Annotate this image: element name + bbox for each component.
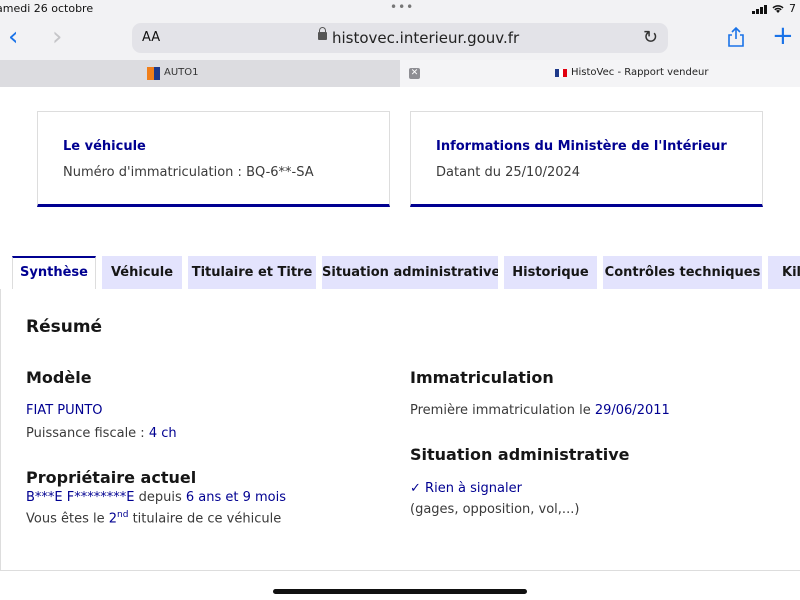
ministry-card: Informations du Ministère de l'Intérieur… — [410, 111, 763, 207]
first-registration-date: 29/06/2011 — [594, 403, 670, 418]
summary-heading: Résumé — [26, 317, 103, 337]
first-registration: Première immatriculation le 29/06/2011 — [410, 403, 670, 418]
owner-rank-suffix: nd — [117, 510, 129, 520]
status-bar: amedi 26 octobre ••• 7 — [0, 0, 800, 18]
battery-percent: 7 — [789, 2, 796, 15]
share-icon[interactable] — [726, 26, 746, 48]
status-date: amedi 26 octobre — [0, 2, 94, 15]
vehicle-card: Le véhicule Numéro d'immatriculation : B… — [37, 111, 390, 207]
vehicle-card-title: Le véhicule — [63, 139, 146, 154]
tab-titulaire-titre[interactable]: Titulaire et Titre — [188, 256, 316, 289]
fiscal-power: Puissance fiscale : 4 ch — [26, 426, 177, 441]
owner-rank: Vous êtes le 2nd titulaire de ce véhicul… — [26, 510, 281, 526]
browser-tab-histovec[interactable]: ✕ HistoVec - Rapport vendeur — [400, 60, 800, 87]
tab-synthese[interactable]: Synthèse — [12, 256, 96, 290]
browser-tab-bar: AUTO1 ✕ HistoVec - Rapport vendeur — [0, 60, 800, 87]
ministry-card-title: Informations du Ministère de l'Intérieur — [436, 139, 727, 154]
tab-vehicule[interactable]: Véhicule — [102, 256, 182, 289]
status-right: 7 — [752, 2, 796, 15]
owner-rank-rest: titulaire de ce véhicule — [128, 511, 282, 527]
owner-rank-prefix: Vous êtes le — [26, 511, 109, 527]
fiscal-power-value: 4 ch — [148, 426, 177, 441]
multitasking-dots[interactable]: ••• — [390, 0, 414, 14]
registration-heading: Immatriculation — [410, 368, 554, 387]
owner-since-value: 6 ans et 9 mois — [185, 490, 287, 505]
browser-tab-label: HistoVec - Rapport vendeur — [571, 67, 709, 78]
browser-tab-auto1[interactable]: AUTO1 — [0, 60, 400, 87]
owner-heading: Propriétaire actuel — [26, 468, 197, 487]
reload-icon[interactable]: ↻ — [643, 27, 658, 48]
first-registration-label: Première immatriculation le — [410, 403, 595, 418]
owner-line: B***E F********E depuis 6 ans et 9 mois — [26, 490, 286, 505]
url-text[interactable]: histovec.interieur.gouv.fr — [332, 29, 519, 47]
tab-situation-administrative[interactable]: Situation administrative — [322, 256, 498, 289]
new-tab-plus-icon[interactable]: + — [772, 21, 794, 51]
ministry-card-text: Datant du 25/10/2024 — [436, 165, 581, 180]
report-tabs: Synthèse Véhicule Titulaire et Titre Sit… — [0, 256, 800, 290]
owner-rank-number: 2 — [108, 511, 118, 527]
admin-status: ✓ Rien à signaler — [410, 481, 522, 496]
fiscal-power-label: Puissance fiscale : — [26, 426, 149, 441]
model-name: FIAT PUNTO — [26, 403, 103, 418]
owner-name: B***E F********E — [26, 490, 135, 505]
french-flag-icon — [555, 69, 567, 77]
owner-since-label: depuis — [134, 490, 186, 505]
admin-detail: (gages, opposition, vol,...) — [410, 502, 580, 517]
admin-status-text: Rien à signaler — [425, 481, 522, 496]
wifi-icon — [772, 4, 784, 13]
close-tab-icon[interactable]: ✕ — [409, 68, 420, 79]
tab-historique[interactable]: Historique — [504, 256, 597, 289]
back-chevron-icon[interactable]: ‹ — [8, 24, 18, 50]
browser-tab-label: AUTO1 — [164, 67, 199, 78]
home-indicator[interactable] — [273, 589, 527, 594]
tab-controles-techniques[interactable]: Contrôles techniques — [603, 256, 762, 289]
text-size-button[interactable]: AA — [142, 30, 160, 45]
admin-heading: Situation administrative — [410, 445, 630, 464]
forward-chevron-icon[interactable]: › — [52, 24, 62, 50]
checkmark-icon: ✓ — [410, 481, 421, 496]
model-heading: Modèle — [26, 368, 92, 387]
vehicle-card-text: Numéro d'immatriculation : BQ-6**-SA — [63, 165, 314, 180]
tab-kilometrage[interactable]: Kilo — [768, 256, 800, 289]
address-bar[interactable]: AA histovec.interieur.gouv.fr ↻ — [132, 23, 668, 53]
auto1-favicon-icon — [147, 67, 160, 80]
browser-toolbar: ‹ › AA histovec.interieur.gouv.fr ↻ + — [0, 18, 800, 60]
cellular-signal-icon — [752, 4, 767, 14]
lock-icon — [318, 27, 327, 40]
